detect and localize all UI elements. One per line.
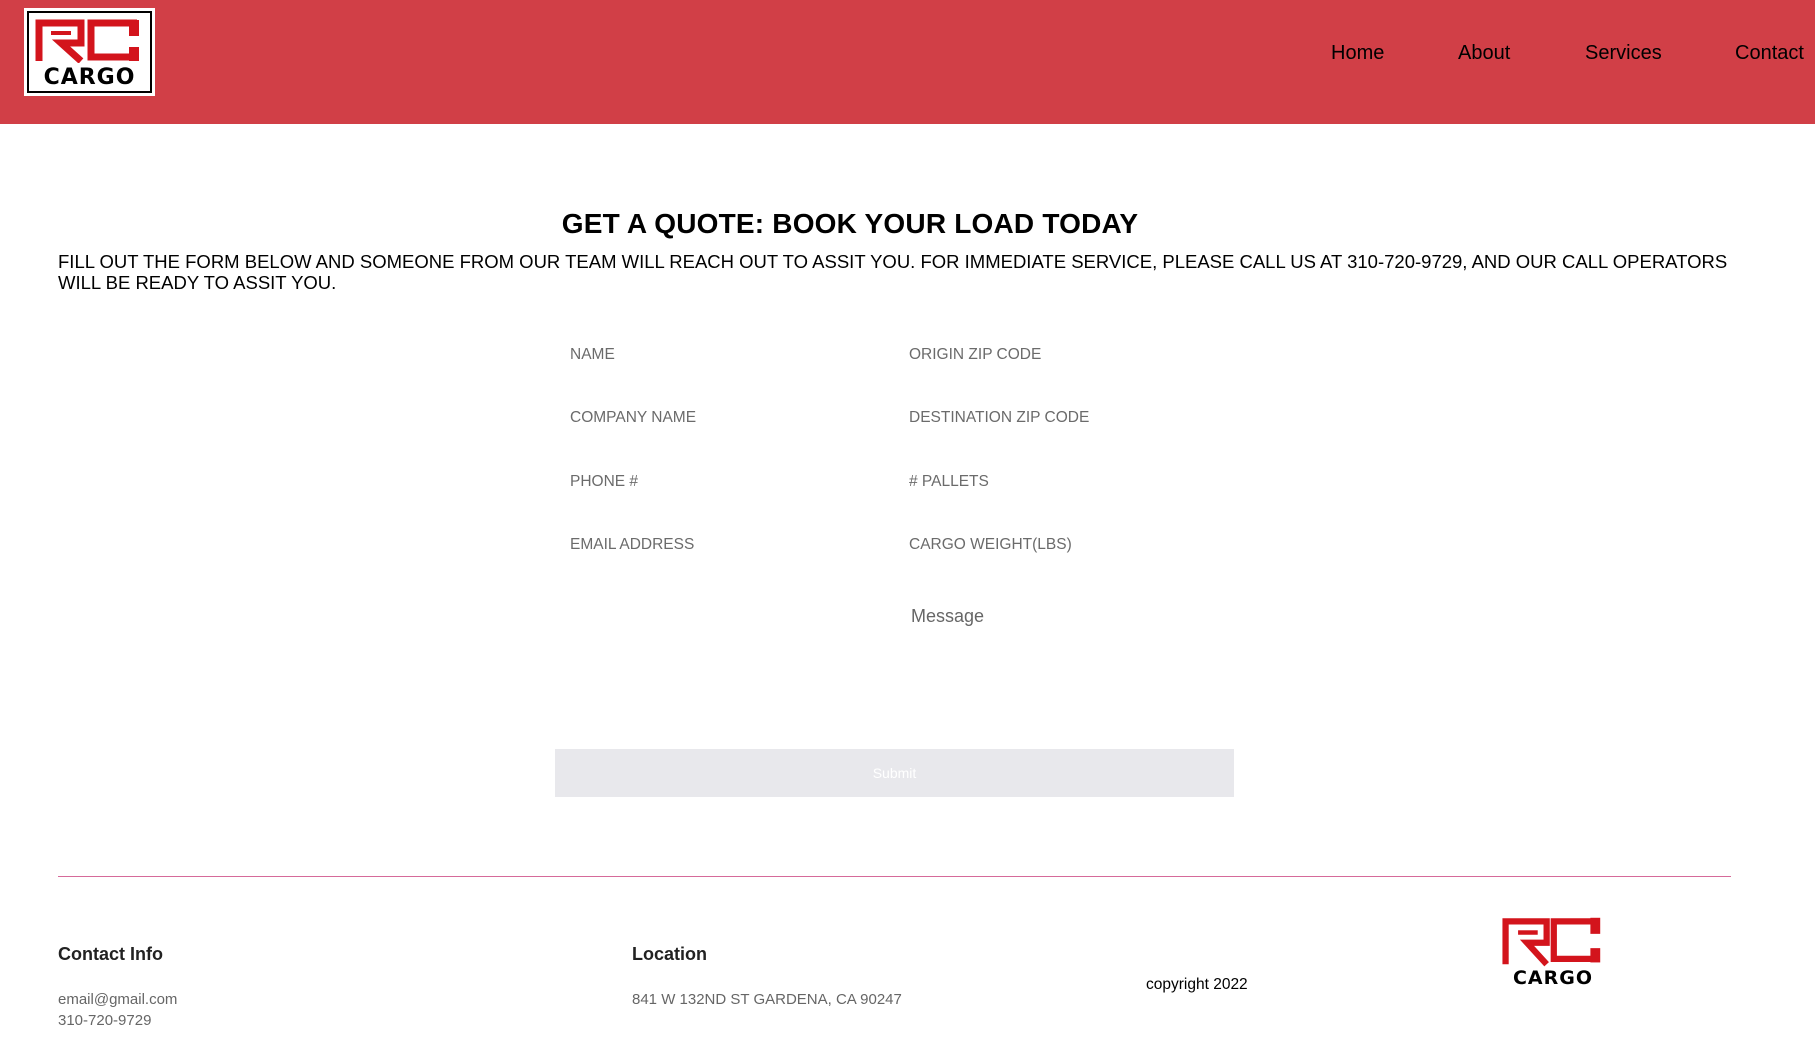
submit-button[interactable]: Submit — [555, 749, 1234, 797]
location-address: 841 W 132ND ST GARDENA, CA 90247 — [632, 991, 902, 1008]
page-title: GET A QUOTE: BOOK YOUR LOAD TODAY — [561, 208, 1139, 239]
nav-contact[interactable]: Contact — [1735, 42, 1804, 65]
footer-rc-logo-icon — [1502, 917, 1601, 967]
footer-logo-cargo-text: CARGO — [1512, 967, 1594, 989]
name-field-wrap — [570, 346, 870, 364]
logo-frame: CARGO — [27, 11, 152, 93]
contact-phone[interactable]: 310-720-9729 — [58, 1010, 151, 1031]
email-field-wrap — [570, 536, 870, 554]
company-field-wrap — [570, 409, 870, 427]
contact-email[interactable]: email@gmail.com — [58, 989, 177, 1010]
message-field-wrap — [909, 604, 1239, 704]
rc-logo-icon — [35, 19, 139, 63]
nav-about[interactable]: About — [1458, 42, 1510, 65]
nav-services[interactable]: Services — [1585, 42, 1662, 65]
destination-zip-input[interactable] — [909, 409, 1209, 427]
location-heading: Location — [632, 944, 707, 964]
footer-logo: CARGO — [1500, 915, 1606, 991]
name-input[interactable] — [570, 346, 870, 364]
company-name-input[interactable] — [570, 409, 870, 427]
pallets-input[interactable] — [909, 473, 1209, 491]
phone-input[interactable] — [570, 473, 870, 491]
weight-field-wrap — [909, 536, 1209, 554]
message-textarea[interactable] — [909, 604, 1239, 704]
contact-info-heading: Contact Info — [58, 944, 163, 964]
phone-field-wrap — [570, 473, 870, 491]
copyright-text: copyright 2022 — [1146, 976, 1248, 993]
pallets-field-wrap — [909, 473, 1209, 491]
header-logo[interactable]: CARGO — [24, 8, 155, 96]
destination-field-wrap — [909, 409, 1209, 427]
cargo-weight-input[interactable] — [909, 536, 1209, 554]
origin-field-wrap — [909, 346, 1209, 364]
origin-zip-input[interactable] — [909, 346, 1209, 364]
footer-divider — [58, 876, 1731, 877]
nav-home[interactable]: Home — [1331, 42, 1384, 65]
logo-cargo-text: CARGO — [43, 65, 136, 90]
intro-text: FILL OUT THE FORM BELOW AND SOMEONE FROM… — [58, 251, 1728, 293]
email-input[interactable] — [570, 536, 870, 554]
site-header: CARGO Home About Services Contact — [0, 0, 1815, 124]
